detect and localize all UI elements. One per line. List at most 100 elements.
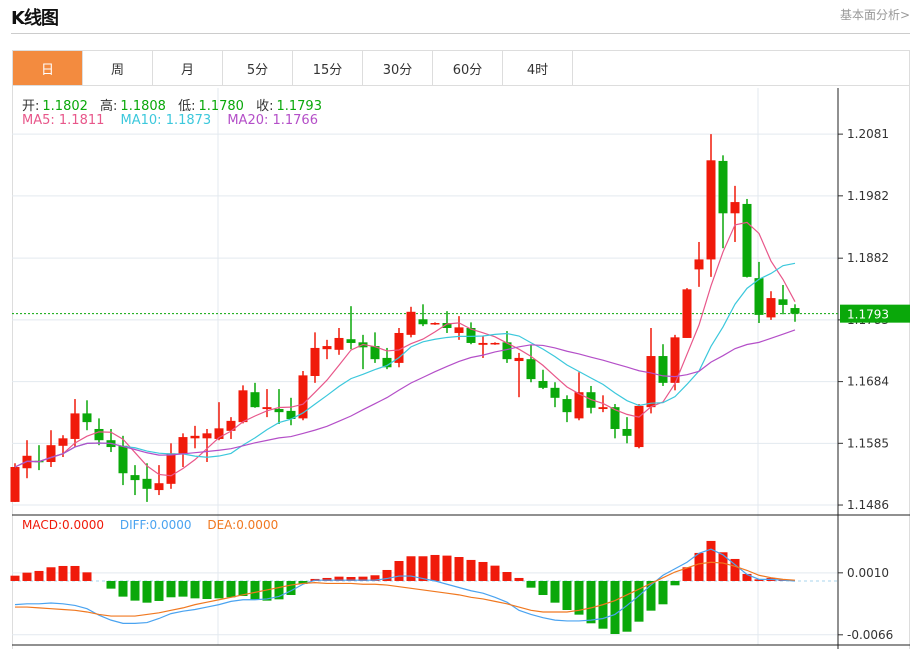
candle xyxy=(310,332,320,383)
candle xyxy=(286,397,296,426)
ma10-value: MA10: 1.1873 xyxy=(120,113,212,128)
candle xyxy=(274,389,284,424)
candle-body xyxy=(598,407,608,410)
candle xyxy=(502,331,512,363)
candle-body xyxy=(706,160,716,260)
candle xyxy=(214,402,224,441)
macd-bar xyxy=(154,580,164,601)
candle-body xyxy=(46,445,56,463)
candle xyxy=(334,327,344,355)
macd-bar xyxy=(166,580,176,598)
candle-body xyxy=(202,433,212,439)
diff-value: DIFF:0.0000 xyxy=(119,518,192,532)
candle-body xyxy=(322,346,332,350)
candle-body xyxy=(634,405,644,448)
price-tick-label: 1.1684 xyxy=(847,375,889,389)
macd-bar xyxy=(202,580,212,600)
candle-body xyxy=(490,342,500,345)
open-label: 开: xyxy=(22,99,40,114)
macd-bar xyxy=(610,580,620,634)
macd-bar xyxy=(46,567,56,581)
ma-legend: MA5: 1.1811 MA10: 1.1873 MA20: 1.1766 xyxy=(22,113,321,128)
candle xyxy=(778,284,788,315)
candle-body xyxy=(166,453,176,484)
candle-body xyxy=(310,347,320,376)
ohlc-legend: 开: 1.1802 高: 1.1808 低: 1.1780 收: 1.1793 xyxy=(22,95,330,114)
candle-body xyxy=(406,311,416,335)
candle xyxy=(406,306,416,338)
candle-body xyxy=(250,392,260,408)
macd-tick-label: 0.0010 xyxy=(847,566,889,580)
candle-body xyxy=(778,299,788,305)
candle-body xyxy=(718,160,728,214)
candle-body xyxy=(550,387,560,398)
macd-bar xyxy=(478,561,488,581)
candle xyxy=(82,400,92,431)
last-price-label: 1.1793 xyxy=(847,308,889,322)
price-tick-label: 1.2081 xyxy=(847,127,889,141)
candle-body xyxy=(58,438,68,446)
candle xyxy=(754,261,764,324)
candle-body xyxy=(70,413,80,439)
candle-body xyxy=(262,407,272,410)
macd-bar xyxy=(562,580,572,611)
open-value: 1.1802 xyxy=(42,99,88,114)
price-tick-label: 1.1486 xyxy=(847,498,889,512)
candle xyxy=(490,342,500,345)
candle xyxy=(514,352,524,398)
candle-body xyxy=(274,409,284,413)
macd-bar xyxy=(418,556,428,581)
macd-bar xyxy=(490,565,500,581)
candle-body xyxy=(682,289,692,338)
candle-body xyxy=(646,356,656,408)
macd-bar xyxy=(466,559,476,581)
macd-bar xyxy=(430,554,440,581)
candle xyxy=(682,288,692,338)
dea-value: DEA:0.0000 xyxy=(207,518,279,532)
high-label: 高: xyxy=(100,99,118,114)
macd-bar xyxy=(226,580,236,598)
candle-body xyxy=(454,327,464,333)
low-label: 低: xyxy=(178,99,196,114)
macd-bar xyxy=(34,570,44,581)
candle xyxy=(262,389,272,418)
macd-bar xyxy=(658,580,668,605)
candle-body xyxy=(118,445,128,474)
candle-body xyxy=(622,428,632,436)
candle xyxy=(322,339,332,360)
ma5-value: MA5: 1.1811 xyxy=(22,113,105,128)
macd-bar xyxy=(502,572,512,581)
candle xyxy=(238,385,248,424)
candle xyxy=(166,443,176,489)
candle xyxy=(538,369,548,390)
ma20-value: MA20: 1.1766 xyxy=(227,113,318,128)
candle-body xyxy=(766,298,776,318)
candle-body xyxy=(742,203,752,277)
price-tick-label: 1.1882 xyxy=(847,251,889,265)
candle-body xyxy=(10,467,20,502)
macd-bar xyxy=(586,580,596,624)
candle xyxy=(634,404,644,449)
macd-bar xyxy=(214,580,224,599)
macd-bar xyxy=(82,572,92,581)
candle-body xyxy=(178,437,188,454)
candle-body xyxy=(346,339,356,343)
candle xyxy=(358,334,368,370)
candle xyxy=(706,134,716,277)
candle-body xyxy=(514,357,524,362)
macd-bar xyxy=(118,580,128,597)
candle xyxy=(190,425,200,449)
macd-bar xyxy=(394,560,404,581)
candle xyxy=(790,304,800,322)
candle xyxy=(646,327,656,414)
candle-body xyxy=(754,278,764,315)
macd-bar xyxy=(706,540,716,581)
macd-legend: MACD:0.0000 DIFF:0.0000 DEA:0.0000 xyxy=(22,518,281,532)
candle xyxy=(562,395,572,423)
candle-body xyxy=(790,308,800,314)
candle xyxy=(250,382,260,408)
candle xyxy=(718,155,728,249)
candle-body xyxy=(238,390,248,423)
candle-body xyxy=(562,399,572,413)
candle-body xyxy=(730,202,740,214)
